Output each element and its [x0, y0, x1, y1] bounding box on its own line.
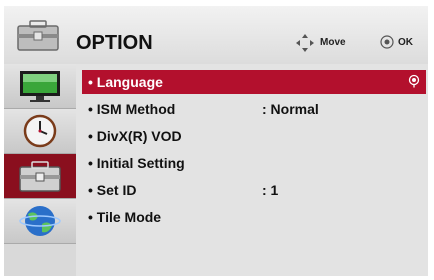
sidebar-item-option[interactable]: [4, 154, 76, 199]
menu-item-divx-vod[interactable]: • DivX(R) VOD: [82, 124, 426, 148]
sidebar-item-network[interactable]: [4, 199, 76, 244]
menu-item-label: • DivX(R) VOD: [88, 128, 182, 144]
option-toolbox-icon: [17, 20, 59, 51]
network-globe-icon: [19, 206, 61, 236]
menu-item-tile-mode[interactable]: • Tile Mode: [82, 205, 426, 229]
menu-item-label: • Language: [88, 74, 163, 90]
select-indicator-icon: [408, 74, 420, 88]
menu-header: OPTION Move OK: [4, 6, 428, 65]
sidebar-item-picture[interactable]: [4, 64, 76, 109]
menu-item-label: • Set ID: [88, 182, 137, 198]
page-title: OPTION: [76, 32, 153, 54]
ok-hint-label: OK: [398, 37, 413, 48]
menu-item-ism-method[interactable]: • ISM Method : Normal: [82, 97, 426, 121]
time-clock-icon: [23, 114, 57, 148]
menu-item-label: • Tile Mode: [88, 209, 162, 225]
menu-item-initial-setting[interactable]: • Initial Setting: [82, 151, 426, 175]
ok-button-icon: [380, 35, 394, 49]
move-hint-label: Move: [320, 37, 346, 48]
osd-menu: OPTION Move OK • Language • ISM Method:…: [4, 6, 428, 276]
menu-content: • Language • ISM Method : Normal • DivX(…: [76, 64, 428, 276]
menu-item-value: : 1: [262, 182, 279, 198]
move-arrows-icon: [296, 34, 314, 52]
sidebar-item-time[interactable]: [4, 109, 76, 154]
menu-item-label: • Initial Setting: [88, 155, 185, 171]
menu-item-set-id[interactable]: • Set ID : 1: [82, 178, 426, 202]
menu-item-language[interactable]: • Language: [82, 70, 426, 94]
option-toolbox-icon: [19, 161, 61, 192]
picture-monitor-icon: [20, 71, 60, 102]
menu-item-label: • ISM Method: [88, 101, 176, 117]
menu-item-value: : Normal: [262, 101, 319, 117]
category-sidebar: [4, 64, 76, 276]
